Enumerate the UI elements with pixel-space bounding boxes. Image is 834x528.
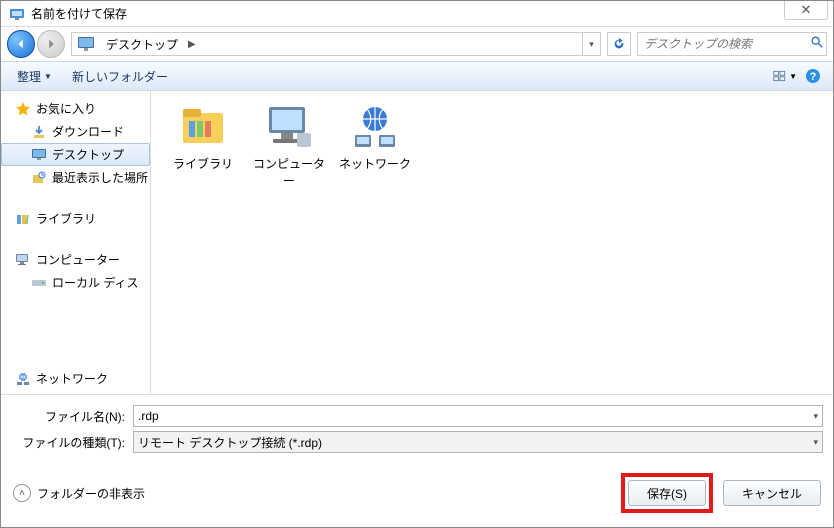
filename-row: ファイル名(N): .rdp ▾: [11, 405, 823, 427]
item-label: コンピューター: [249, 155, 329, 189]
filename-input[interactable]: .rdp ▾: [133, 405, 823, 427]
library-icon: [177, 103, 229, 151]
filetype-select[interactable]: リモート デスクトップ接続 (*.rdp) ▾: [133, 431, 823, 453]
filename-label: ファイル名(N):: [11, 408, 125, 425]
breadcrumb-dropdown[interactable]: ▾: [582, 33, 600, 55]
titlebar: 名前を付けて保存 ✕: [1, 1, 833, 27]
toolbar: 整理 ▼ 新しいフォルダー ▼ ?: [1, 61, 833, 91]
sidebar-favorites[interactable]: お気に入り: [1, 97, 150, 120]
organize-button[interactable]: 整理 ▼: [9, 65, 60, 88]
filetype-label: ファイルの種類(T):: [11, 434, 125, 451]
sidebar-group-label: コンピューター: [36, 251, 120, 268]
refresh-button[interactable]: [607, 32, 631, 56]
chevron-down-icon[interactable]: ▾: [813, 411, 818, 422]
chevron-down-icon: ▼: [789, 72, 797, 81]
view-options-button[interactable]: ▼: [773, 65, 797, 87]
item-label: ライブラリ: [163, 155, 243, 172]
search-input[interactable]: [638, 37, 807, 51]
cancel-button[interactable]: キャンセル: [723, 480, 821, 506]
library-icon: [15, 211, 31, 227]
sidebar-group-label: お気に入り: [36, 100, 96, 117]
chevron-down-icon[interactable]: ▾: [813, 437, 818, 448]
sidebar-item-downloads[interactable]: ダウンロード: [1, 120, 150, 143]
sidebar-libraries[interactable]: ライブラリ: [1, 207, 150, 230]
help-button[interactable]: ?: [801, 65, 825, 87]
chevron-down-icon: ▼: [44, 72, 52, 81]
sidebar-item-desktop[interactable]: デスクトップ: [1, 143, 150, 166]
filetype-row: ファイルの種類(T): リモート デスクトップ接続 (*.rdp) ▾: [11, 431, 823, 453]
sidebar-network[interactable]: ネットワーク: [1, 367, 150, 390]
item-label: ネットワーク: [335, 155, 415, 172]
computer-icon: [15, 252, 31, 268]
search-icon[interactable]: [807, 35, 826, 54]
sidebar-group-label: ライブラリ: [36, 210, 96, 227]
computer-icon: [263, 103, 315, 151]
new-folder-label: 新しいフォルダー: [72, 68, 168, 85]
sidebar-group-label: ネットワーク: [36, 370, 108, 387]
sidebar: お気に入り ダウンロード デスクトップ 最近表示した場所: [1, 91, 151, 394]
organize-label: 整理: [17, 68, 41, 85]
save-button[interactable]: 保存(S): [628, 480, 706, 506]
content-item-libraries[interactable]: ライブラリ: [163, 103, 243, 172]
hide-folders-label: フォルダーの非表示: [37, 485, 145, 502]
sidebar-computer[interactable]: コンピューター: [1, 248, 150, 271]
dialog-title: 名前を付けて保存: [31, 5, 825, 22]
app-icon: [9, 6, 25, 22]
svg-text:?: ?: [810, 71, 817, 83]
sidebar-item-recent[interactable]: 最近表示した場所: [1, 166, 150, 189]
content-pane[interactable]: ライブラリ コンピューター ネットワーク: [151, 91, 833, 394]
chevron-up-icon: ˄: [13, 484, 31, 502]
disk-icon: [31, 275, 47, 291]
sidebar-item-local-disk[interactable]: ローカル ディス: [1, 271, 150, 294]
save-highlight: 保存(S): [621, 473, 713, 513]
body: お気に入り ダウンロード デスクトップ 最近表示した場所: [1, 91, 833, 395]
navbar: デスクトップ ▶ ▾: [1, 27, 833, 61]
close-button[interactable]: ✕: [784, 1, 828, 20]
content-item-computer[interactable]: コンピューター: [249, 103, 329, 189]
sidebar-item-label: 最近表示した場所: [52, 169, 148, 186]
filetype-value: リモート デスクトップ接続 (*.rdp): [138, 434, 322, 451]
sidebar-item-label: ローカル ディス: [52, 274, 139, 291]
sidebar-item-label: デスクトップ: [52, 146, 124, 163]
fields: ファイル名(N): .rdp ▾ ファイルの種類(T): リモート デスクトップ…: [1, 395, 833, 459]
star-icon: [15, 101, 31, 117]
chevron-right-icon[interactable]: ▶: [184, 39, 200, 50]
footer: ˄ フォルダーの非表示 保存(S) キャンセル: [1, 459, 833, 527]
nav-back-button[interactable]: [7, 30, 35, 58]
sidebar-item-label: ダウンロード: [52, 123, 124, 140]
save-as-dialog: 名前を付けて保存 ✕ デスクトップ ▶ ▾: [0, 0, 834, 528]
network-icon: [15, 371, 31, 387]
recent-icon: [31, 170, 47, 186]
desktop-icon: [76, 34, 96, 54]
desktop-icon: [31, 147, 47, 163]
new-folder-button[interactable]: 新しいフォルダー: [64, 65, 176, 88]
download-icon: [31, 124, 47, 140]
hide-folders-toggle[interactable]: ˄ フォルダーの非表示: [13, 484, 145, 502]
breadcrumb[interactable]: デスクトップ ▶ ▾: [71, 32, 601, 56]
nav-forward-button[interactable]: [37, 30, 65, 58]
content-item-network[interactable]: ネットワーク: [335, 103, 415, 172]
filename-value: .rdp: [138, 409, 159, 423]
search-box[interactable]: [637, 32, 827, 56]
network-icon: [349, 103, 401, 151]
breadcrumb-location[interactable]: デスクトップ: [100, 33, 184, 55]
